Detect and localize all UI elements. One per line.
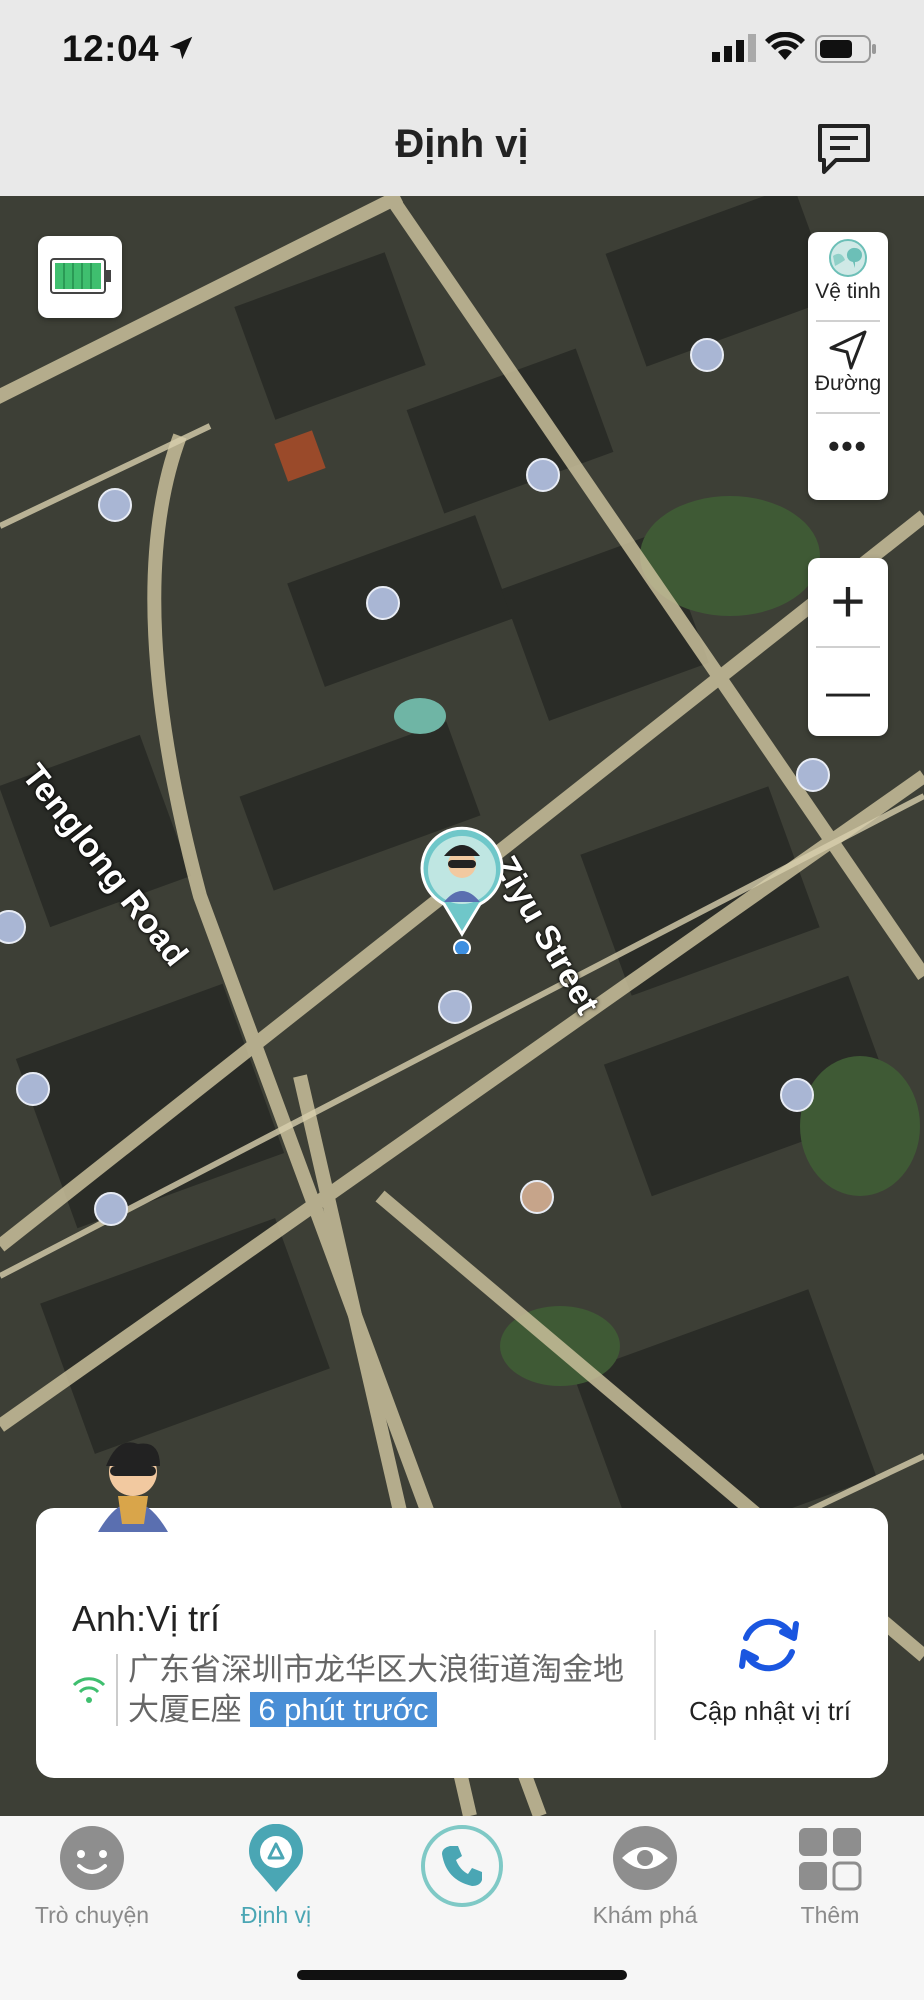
divider [816, 412, 880, 414]
device-avatar [98, 1442, 168, 1532]
poi-marker[interactable] [690, 338, 724, 372]
poi-marker[interactable] [366, 586, 400, 620]
divider [816, 320, 880, 322]
device-location-pin[interactable] [414, 824, 510, 954]
cellular-signal-icon [712, 34, 756, 62]
tab-chat-label: Trò chuyện [34, 1902, 150, 1928]
globe-pin-icon [829, 239, 867, 277]
map-tools-panel: Vệ tinh Đường ••• [808, 232, 888, 500]
zoom-in-button[interactable]: + [808, 558, 888, 646]
status-bar: 12:04 [0, 0, 924, 100]
device-battery-icon [50, 258, 111, 294]
navigation-arrow-icon [829, 330, 867, 370]
location-address: 广东省深圳市龙华区大浪街道淘金地大厦E座 6 phút trước [128, 1650, 648, 1730]
grid-icon [799, 1828, 862, 1891]
page-title: Định vị [395, 122, 529, 166]
satellite-toggle[interactable]: Vệ tinh [808, 238, 888, 304]
nav-header: Định vị [0, 100, 924, 196]
message-icon[interactable] [814, 120, 874, 176]
poi-marker[interactable] [438, 990, 472, 1024]
tab-explore-label: Khám phá [592, 1902, 698, 1928]
status-time: 12:04 [62, 28, 160, 69]
poi-marker[interactable] [780, 1078, 814, 1112]
refresh-location-button[interactable]: Cập nhật vị trí [670, 1696, 870, 1727]
device-location-title: Anh:Vị trí [72, 1598, 221, 1639]
location-card: Anh:Vị trí 广东省深圳市龙华区大浪街道淘金地大厦E座 6 phút t… [36, 1442, 888, 1778]
divider [116, 1654, 118, 1726]
eye-icon [613, 1826, 677, 1890]
device-battery-card [38, 236, 122, 318]
more-dots-icon: ••• [828, 428, 868, 464]
wifi-positioning-icon [72, 1677, 106, 1703]
home-indicator[interactable] [297, 1970, 627, 1980]
tab-explore[interactable]: Khám phá [565, 1824, 725, 1929]
location-arrow-icon [169, 36, 193, 60]
location-pin-icon [249, 1824, 303, 1892]
zoom-out-button[interactable]: — [808, 648, 888, 736]
tab-more-label: Thêm [800, 1902, 860, 1928]
more-button[interactable]: ••• [808, 428, 888, 465]
route-label: Đường [814, 372, 882, 395]
route-toggle[interactable]: Đường [808, 328, 888, 396]
poi-marker[interactable] [520, 1180, 554, 1214]
poi-marker[interactable] [796, 758, 830, 792]
poi-marker[interactable] [98, 488, 132, 522]
zoom-controls: + — [808, 558, 888, 736]
tab-location-label: Định vị [240, 1902, 312, 1928]
wifi-status-icon [765, 32, 805, 60]
refresh-icon[interactable] [732, 1608, 806, 1682]
phone-icon [421, 1825, 503, 1907]
poi-marker[interactable] [16, 1072, 50, 1106]
tab-location[interactable]: Định vị [196, 1824, 356, 1929]
poi-marker[interactable] [94, 1192, 128, 1226]
tab-more[interactable]: Thêm [750, 1824, 910, 1929]
time-ago-badge: 6 phút trước [250, 1692, 437, 1727]
divider [654, 1630, 656, 1740]
battery-status-icon [815, 35, 876, 63]
tab-chat[interactable]: Trò chuyện [12, 1824, 172, 1929]
poi-marker[interactable] [526, 458, 560, 492]
chat-smile-icon [60, 1826, 124, 1890]
tab-call[interactable] [382, 1824, 542, 1916]
satellite-label: Vệ tinh [815, 280, 881, 303]
